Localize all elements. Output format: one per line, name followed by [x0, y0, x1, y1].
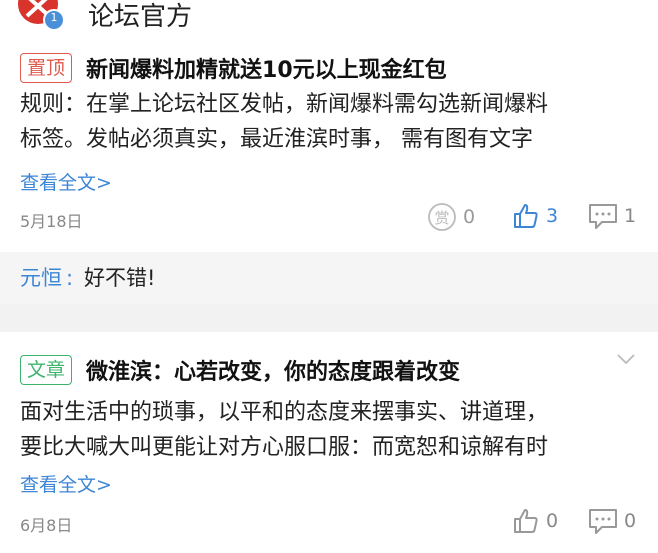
- post-body: 规则：在掌上论坛社区发帖，新闻爆料需勾选新闻爆料 标签。发帖必须真实，最近淮滨时…: [20, 87, 645, 157]
- comment-text: 好不错!: [84, 266, 156, 290]
- comment-button[interactable]: 1: [588, 202, 636, 230]
- post-card[interactable]: 文章 微淮滨：心若改变，你的态度跟着改变 面对生活中的琐事，以平和的态度来摆事实…: [0, 332, 658, 553]
- post-body-line: 规则：在掌上论坛社区发帖，新闻爆料需勾选新闻爆料: [20, 92, 549, 117]
- post-body-line: 面对生活中的琐事，以平和的态度来摆事实、讲道理，: [20, 400, 549, 425]
- comment-button[interactable]: 0: [588, 507, 636, 535]
- pinned-badge: 置顶: [20, 53, 73, 83]
- reward-button[interactable]: 赏 0: [427, 202, 475, 232]
- post-body-line: 标签。发帖必须真实，最近淮滨时事， 需有图有文字: [20, 127, 533, 152]
- comment-separator: :: [66, 266, 74, 290]
- post-body: 面对生活中的琐事，以平和的态度来摆事实、讲道理， 要比大喊大叫更能让对方心服口服…: [20, 395, 645, 465]
- post-date: 5月18日: [20, 212, 83, 231]
- thumbs-up-icon: [514, 509, 538, 533]
- post-card[interactable]: 置顶 新闻爆料加精就送10元以上现金红包 规则：在掌上论坛社区发帖，新闻爆料需勾…: [0, 34, 658, 242]
- like-button[interactable]: 3: [512, 202, 558, 230]
- comment-icon: [589, 204, 617, 229]
- post-title-row: 置顶 新闻爆料加精就送10元以上现金红包: [20, 52, 447, 84]
- svg-text:赏: 赏: [434, 209, 449, 227]
- card-divider: [0, 304, 658, 332]
- like-button[interactable]: 0: [512, 507, 558, 535]
- post-date: 6月8日: [20, 516, 73, 535]
- chevron-down-icon[interactable]: [616, 353, 636, 365]
- read-more-link[interactable]: 查看全文>: [20, 168, 112, 195]
- post-title[interactable]: 微淮滨：心若改变，你的态度跟着改变: [86, 354, 460, 386]
- comment-count: 0: [624, 510, 637, 532]
- like-count: 0: [546, 510, 559, 532]
- article-badge: 文章: [20, 355, 73, 385]
- commenter-username[interactable]: 元恒: [20, 266, 62, 290]
- reward-count: 0: [463, 206, 476, 228]
- like-count: 3: [546, 205, 559, 227]
- post-body-line: 要比大喊大叫更能让对方心服口服：而宽恕和谅解有时: [20, 435, 549, 460]
- comment-count: 1: [624, 205, 637, 227]
- read-more-link[interactable]: 查看全文>: [20, 470, 112, 497]
- forum-avatar[interactable]: 1: [18, 0, 65, 31]
- reward-icon: 赏: [428, 203, 456, 231]
- forum-header: 1 论坛官方: [0, 0, 658, 34]
- comment-icon: [589, 509, 617, 534]
- post-title-row: 文章 微淮滨：心若改变，你的态度跟着改变: [20, 354, 460, 386]
- commenter-name[interactable]: 元恒:: [20, 262, 73, 292]
- post-title[interactable]: 新闻爆料加精就送10元以上现金红包: [86, 52, 447, 84]
- notification-badge-count: 1: [50, 11, 58, 24]
- thumbs-up-icon: [514, 204, 538, 228]
- forum-name: 论坛官方: [88, 2, 193, 32]
